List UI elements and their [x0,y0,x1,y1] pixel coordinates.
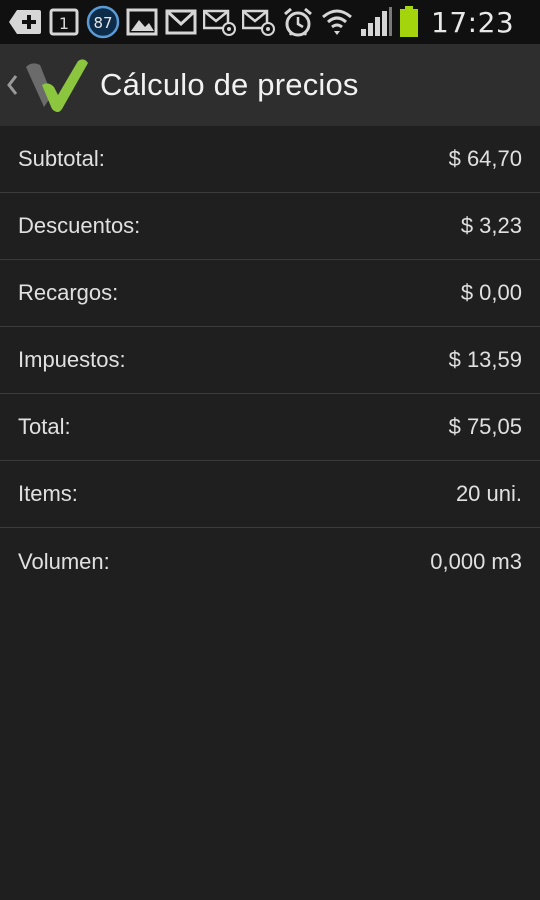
taxes-value: $ 13,59 [448,347,522,372]
battery-icon [398,5,420,39]
clock: 17:23 [431,5,515,39]
subtotal-value: $ 64,70 [448,146,522,171]
sim-1-icon: 1 [47,5,81,39]
wifi-icon [320,5,354,39]
signal-icon [359,5,393,39]
badge-count: 87 [93,14,112,32]
taxes-row: Impuestos: $ 13,59 [0,327,540,394]
total-value: $ 75,05 [448,414,522,439]
email-icon [203,5,237,39]
surcharges-value: $ 0,00 [460,280,522,305]
volume-value: 0,000 m3 [430,548,522,574]
status-bar: 1 87 17:23 [0,0,540,44]
email-icon [242,5,276,39]
price-summary-list: Subtotal: $ 64,70 Descuentos: $ 3,23 Rec… [0,126,540,595]
discounts-label: Descuentos: [18,213,141,238]
action-bar: Cálculo de precios [0,44,540,126]
volume-label: Volumen: [18,548,110,574]
surcharges-row: Recargos: $ 0,00 [0,260,540,327]
items-label: Items: [18,481,78,506]
taxes-label: Impuestos: [18,347,126,372]
back-caret-icon[interactable] [6,70,20,100]
gmail-icon [164,5,198,39]
sim-1-label: 1 [59,14,69,33]
alarm-icon [281,5,315,39]
discounts-row: Descuentos: $ 3,23 [0,193,540,260]
items-value: 20 uni. [455,481,522,506]
discounts-value: $ 3,23 [460,213,522,238]
total-row: Total: $ 75,05 [0,394,540,461]
app-logo-icon[interactable] [22,55,90,115]
notification-count-badge: 87 [86,5,120,39]
volume-row: Volumen: 0,000 m3 [0,528,540,595]
subtotal-row: Subtotal: $ 64,70 [0,126,540,193]
gallery-icon [125,5,159,39]
total-label: Total: [18,414,71,439]
items-row: Items: 20 uni. [0,461,540,528]
surcharges-label: Recargos: [18,280,119,305]
subtotal-label: Subtotal: [18,146,105,171]
page-title: Cálculo de precios [100,67,359,102]
add-icon [8,5,42,39]
